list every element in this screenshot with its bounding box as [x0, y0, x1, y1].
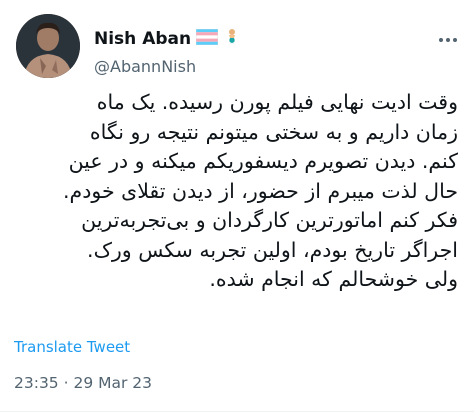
tweet-text-line: کنم. دیدن تصویرم دیسفوریکم میکنه و در عی… — [68, 149, 458, 173]
tweet-text-line: اجراگر تاریخ بودم، اولین تجربه سکس ورک. — [87, 237, 458, 262]
more-options-button[interactable] — [438, 30, 458, 50]
tweet-text-line: فکر کنم اماتورترین کارگردان و بی‌تجربه‌ت… — [81, 208, 458, 232]
transgender-flag-icon — [195, 28, 219, 49]
tweet-card: Nish Aban @AbannNish وقت ادیت نهایی فیلم… — [0, 0, 474, 419]
mermaid-icon — [223, 28, 241, 50]
display-name[interactable]: Nish Aban — [94, 29, 191, 49]
tweet-timestamp[interactable]: 23:35 · 29 Mar 23 — [14, 374, 152, 392]
more-dot-icon — [446, 38, 450, 42]
tweet-text-line: زمان داریم و به سختی میتونم نتیجه رو نگا… — [89, 119, 458, 144]
divider — [0, 411, 474, 412]
author-name-row[interactable]: Nish Aban — [94, 28, 241, 50]
avatar[interactable] — [16, 14, 80, 78]
tweet-text: وقت ادیت نهایی فیلم پورن رسیده. یک ماه ز… — [14, 88, 458, 295]
tweet-date[interactable]: 29 Mar 23 — [73, 374, 152, 392]
more-dot-icon — [439, 38, 443, 42]
more-dot-icon — [453, 38, 457, 42]
tweet-text-line: وقت ادیت نهایی فیلم پورن رسیده. یک ماه — [96, 90, 458, 114]
tweet-text-line: حال لذت میبرم از حضور، از دیدن تقلای خود… — [63, 178, 458, 203]
author-handle[interactable]: @AbannNish — [94, 57, 196, 76]
tweet-text-line: ولی خوشحالم که انجام شده. — [209, 267, 458, 291]
translate-tweet-link[interactable]: Translate Tweet — [14, 338, 130, 356]
tweet-time[interactable]: 23:35 — [14, 374, 59, 392]
meta-separator: · — [63, 374, 69, 392]
